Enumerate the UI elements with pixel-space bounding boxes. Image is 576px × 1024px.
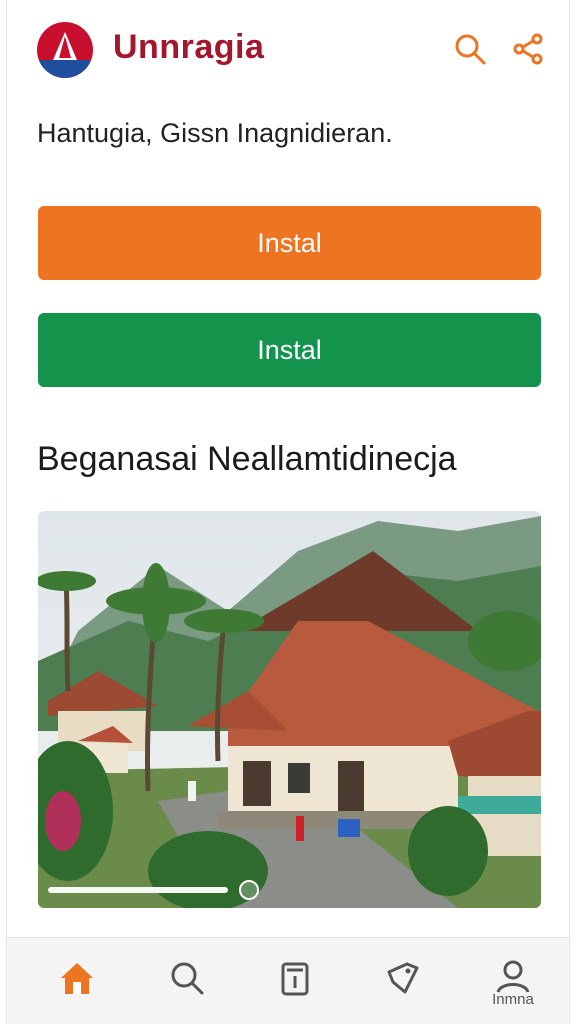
nav-saved[interactable]	[255, 938, 335, 1024]
nav-home[interactable]	[37, 938, 117, 1024]
carousel-progress	[48, 887, 229, 893]
install-button-primary[interactable]: Instal	[38, 206, 541, 280]
search-icon	[171, 962, 204, 995]
carousel-knob[interactable]	[239, 880, 259, 900]
tagline: Hantugia, Gissn Inagnidieran.	[37, 118, 393, 148]
install-button-secondary[interactable]: Instal	[38, 313, 541, 387]
app-frame: Unnragia Hantugia, Gissn Inagnidieran. I…	[6, 0, 570, 1024]
share-icon[interactable]	[509, 30, 547, 68]
bottom-nav: Inmna	[7, 937, 569, 1024]
logo-icon	[37, 22, 93, 78]
nav-search[interactable]	[147, 938, 227, 1024]
nav-profile[interactable]: Inmna	[473, 938, 553, 1024]
nav-deals[interactable]	[363, 938, 443, 1024]
section-title: Beganasai Neallamtidinecja	[37, 440, 457, 478]
app-title: Unnragia	[113, 28, 265, 66]
tag-icon	[387, 962, 419, 994]
village-photo	[38, 511, 541, 908]
bookmark-icon	[281, 962, 309, 996]
nav-profile-label: Inmna	[492, 991, 534, 1008]
hero-image[interactable]	[38, 511, 541, 908]
header: Unnragia	[7, 0, 569, 100]
search-icon[interactable]	[451, 30, 489, 68]
home-icon	[61, 963, 93, 994]
